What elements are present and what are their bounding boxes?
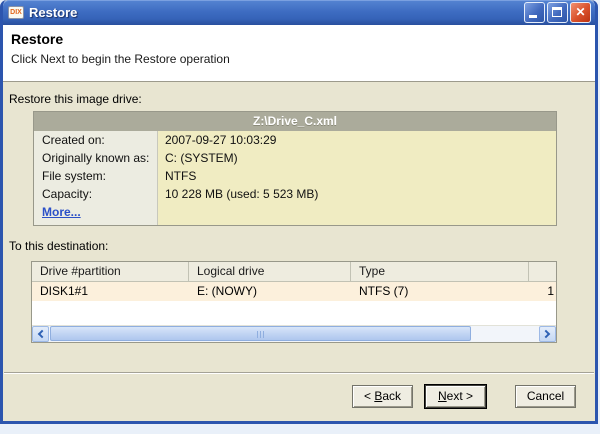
row-label: File system: <box>34 167 158 185</box>
close-button[interactable]: ✕ <box>570 2 591 23</box>
scrollbar-track[interactable] <box>49 326 539 342</box>
row-value: 2007-09-27 10:03:29 <box>158 131 556 149</box>
back-label: < <box>363 389 375 403</box>
row-value: 10 228 MB (used: 5 523 MB) <box>158 185 556 203</box>
cell-type: NTFS (7) <box>359 284 409 298</box>
column-header-logical[interactable]: Logical drive <box>189 262 351 281</box>
destination-section-label: To this destination: <box>9 239 109 253</box>
source-image-table: Z:\Drive_C.xml Created on: 2007-09-27 10… <box>33 111 557 226</box>
window-title: Restore <box>29 5 78 20</box>
scrollbar-grip-icon <box>256 331 266 338</box>
page-subtitle: Click Next to begin the Restore operatio… <box>11 52 230 66</box>
dialog-body: Restore this image drive: Z:\Drive_C.xml… <box>3 82 595 343</box>
page-title: Restore <box>11 31 64 47</box>
destination-list-header: Drive #partition Logical drive Type <box>32 262 556 282</box>
table-row: More... <box>34 203 556 225</box>
titlebar[interactable]: DIX Restore ✕ <box>3 0 595 25</box>
more-cell: More... <box>34 203 158 225</box>
app-icon: DIX <box>8 6 24 19</box>
chevron-left-icon <box>37 329 47 339</box>
next-label-rest: ext > <box>446 389 474 403</box>
scrollbar-thumb[interactable] <box>50 326 472 341</box>
table-row: Originally known as: C: (SYSTEM) <box>34 149 556 167</box>
table-row: Capacity: 10 228 MB (used: 5 523 MB) <box>34 185 556 203</box>
table-row: Created on: 2007-09-27 10:03:29 <box>34 131 556 149</box>
cell-logical: E: (NOWY) <box>197 284 257 298</box>
row-value: NTFS <box>158 167 556 185</box>
restore-dialog-window: DIX Restore ✕ Restore Click Next to begi… <box>0 0 598 424</box>
minimize-button[interactable] <box>524 2 545 23</box>
destination-row[interactable]: DISK1#1 E: (NOWY) NTFS (7) 1 <box>32 282 556 301</box>
chevron-right-icon <box>541 329 551 339</box>
screenshot-root: { "window": { "title": "Restore", "icon_… <box>0 0 600 434</box>
column-header-type[interactable]: Type <box>351 262 529 281</box>
maximize-icon <box>552 7 562 17</box>
row-value <box>158 203 556 225</box>
list-empty-area <box>32 301 556 325</box>
close-icon: ✕ <box>575 5 586 19</box>
next-accesskey: N <box>437 389 447 403</box>
wizard-header: Restore Click Next to begin the Restore … <box>3 25 595 82</box>
cancel-button[interactable]: Cancel <box>515 385 576 408</box>
back-button[interactable]: < Back <box>352 385 413 408</box>
table-row: File system: NTFS <box>34 167 556 185</box>
scroll-right-button[interactable] <box>539 326 556 342</box>
horizontal-scrollbar <box>32 325 556 342</box>
column-header-size[interactable] <box>529 262 556 281</box>
row-label: Originally known as: <box>34 149 158 167</box>
back-label-rest: ack <box>382 389 402 403</box>
more-link[interactable]: More... <box>42 205 81 219</box>
footer-divider <box>4 372 594 374</box>
row-label: Capacity: <box>34 185 158 203</box>
scroll-left-button[interactable] <box>32 326 49 342</box>
minimize-icon <box>529 15 537 18</box>
cell-size: 1 <box>547 284 554 298</box>
source-section-label: Restore this image drive: <box>9 92 142 106</box>
maximize-button[interactable] <box>547 2 568 23</box>
column-header-drive[interactable]: Drive #partition <box>32 262 189 281</box>
row-label: Created on: <box>34 131 158 149</box>
row-value: C: (SYSTEM) <box>158 149 556 167</box>
cell-drive: DISK1#1 <box>40 284 89 298</box>
source-image-path: Z:\Drive_C.xml <box>34 112 556 131</box>
next-button[interactable]: Next > <box>424 384 487 409</box>
destination-list: Drive #partition Logical drive Type DISK… <box>31 261 557 343</box>
